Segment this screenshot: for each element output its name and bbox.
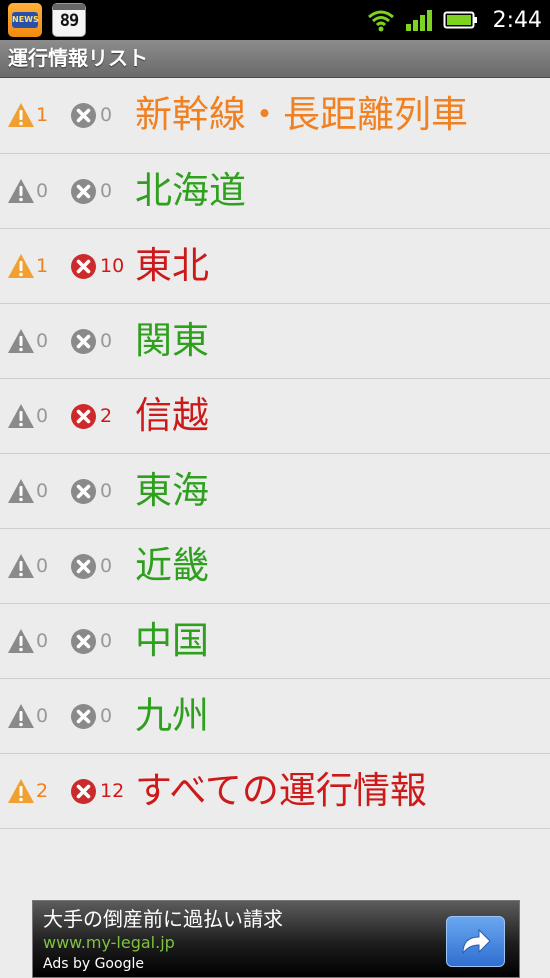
warning-icon <box>8 329 34 353</box>
stop-count: 2 <box>100 405 113 427</box>
calendar-date: 89 <box>59 11 79 31</box>
warning-icon <box>8 629 34 653</box>
stop-icon <box>71 779 96 804</box>
region-name: 東北 <box>135 244 209 287</box>
stop-count: 0 <box>100 104 113 126</box>
stop-icon <box>71 329 96 354</box>
warning-icon <box>8 103 34 127</box>
stop-count: 0 <box>100 705 113 727</box>
warning-icon <box>8 179 34 203</box>
warning-count: 0 <box>36 555 49 577</box>
warning-count: 1 <box>36 104 49 126</box>
stop-icon <box>71 179 96 204</box>
region-row[interactable]: 0 0 九州 <box>0 679 550 754</box>
ad-go-button[interactable] <box>446 916 505 967</box>
region-name: 北海道 <box>135 169 246 212</box>
battery-icon <box>443 11 477 29</box>
ad-banner[interactable]: 大手の倒産前に過払い請求 www.my-legal.jp Ads by Goog… <box>32 900 520 978</box>
region-name: すべての運行情報 <box>135 769 427 812</box>
page-title: 運行情報リスト <box>8 46 148 70</box>
calendar-header <box>53 4 85 10</box>
stop-icon <box>71 404 96 429</box>
warning-count: 0 <box>36 630 49 652</box>
region-name: 中国 <box>135 619 209 662</box>
region-name: 九州 <box>135 694 209 737</box>
status-time: 2:44 <box>492 7 542 33</box>
warning-count: 2 <box>36 780 49 802</box>
stop-icon <box>71 629 96 654</box>
warning-icon <box>8 404 34 428</box>
app-notification-icon[interactable]: NEWS <box>8 3 42 37</box>
wifi-icon <box>367 10 394 32</box>
stop-count: 12 <box>100 780 125 802</box>
warning-count: 0 <box>36 330 49 352</box>
stop-count: 10 <box>100 255 125 277</box>
region-name: 関東 <box>135 319 209 362</box>
region-name: 近畿 <box>135 544 209 587</box>
warning-count: 1 <box>36 255 49 277</box>
stop-count: 0 <box>100 555 113 577</box>
region-row[interactable]: 1 10 東北 <box>0 229 550 304</box>
region-row[interactable]: 0 0 中国 <box>0 604 550 679</box>
region-row[interactable]: 1 0 新幹線・長距離列車 <box>0 78 550 154</box>
warning-icon <box>8 704 34 728</box>
ad-url[interactable]: www.my-legal.jp <box>43 932 175 954</box>
status-bar: NEWS 89 2:44 <box>0 0 550 40</box>
region-row[interactable]: 0 0 近畿 <box>0 529 550 604</box>
warning-count: 0 <box>36 705 49 727</box>
stop-count: 0 <box>100 480 113 502</box>
app-notification-badge: NEWS <box>12 12 39 28</box>
ad-attribution: Ads by Google <box>43 956 144 972</box>
ad-headline[interactable]: 大手の倒産前に過払い請求 <box>43 905 283 933</box>
title-bar: 運行情報リスト <box>0 40 550 78</box>
stop-count: 0 <box>100 630 113 652</box>
region-name: 信越 <box>135 394 209 437</box>
stop-icon <box>71 479 96 504</box>
region-name: 東海 <box>135 469 209 512</box>
warning-icon <box>8 779 34 803</box>
region-row[interactable]: 0 0 東海 <box>0 454 550 529</box>
region-name: 新幹線・長距離列車 <box>135 93 468 136</box>
region-row[interactable]: 0 0 北海道 <box>0 154 550 229</box>
warning-count: 0 <box>36 405 49 427</box>
warning-icon <box>8 479 34 503</box>
region-row[interactable]: 2 12 すべての運行情報 <box>0 754 550 829</box>
region-row[interactable]: 0 2 信越 <box>0 379 550 454</box>
calendar-icon[interactable]: 89 <box>52 3 86 37</box>
stop-icon <box>71 103 96 128</box>
stop-icon <box>71 554 96 579</box>
warning-count: 0 <box>36 480 49 502</box>
warning-icon <box>8 554 34 578</box>
stop-count: 0 <box>100 330 113 352</box>
stop-count: 0 <box>100 180 113 202</box>
region-row[interactable]: 0 0 関東 <box>0 304 550 379</box>
warning-count: 0 <box>36 180 49 202</box>
stop-icon <box>71 254 96 279</box>
warning-icon <box>8 254 34 278</box>
region-list: 1 0 新幹線・長距離列車 0 0 北海道 1 10 東北 0 0 関東 0 2… <box>0 78 550 829</box>
system-status-icons: 2:44 <box>367 0 542 40</box>
share-arrow-icon <box>462 928 491 955</box>
app-screen: NEWS 89 2:44 運行情報リスト 1 0 新幹線・長距離列車 0 0 北… <box>0 0 550 978</box>
signal-icon <box>405 10 432 31</box>
stop-icon <box>71 704 96 729</box>
